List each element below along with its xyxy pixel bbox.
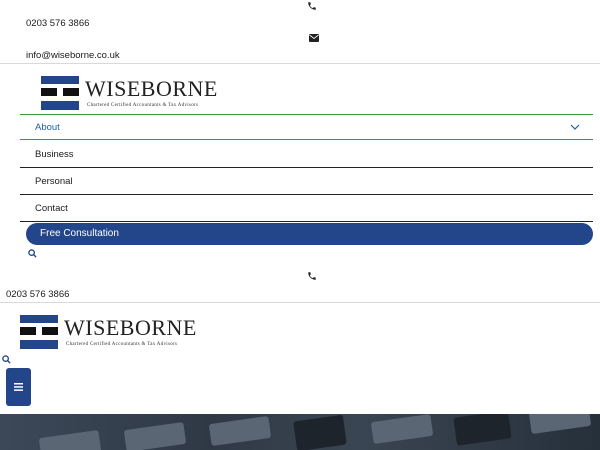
menu-item-label: Contact	[35, 203, 68, 214]
hero-key	[528, 414, 592, 435]
top-email[interactable]: info@wiseborne.co.uk	[26, 50, 120, 61]
hero-key	[38, 429, 102, 450]
logo-mark	[41, 76, 79, 110]
search-icon[interactable]	[2, 355, 11, 364]
logo-tagline: Chartered Certified Accountants & Tax Ad…	[66, 342, 178, 347]
menu-item-label: About	[35, 122, 60, 133]
logo-wordmark: WISEBORNE	[64, 315, 197, 340]
hero-image	[0, 414, 600, 450]
divider	[0, 302, 600, 303]
top-phone-number[interactable]: 0203 576 3866	[26, 18, 89, 29]
chevron-down-icon[interactable]	[570, 124, 580, 131]
site-logo[interactable]: WISEBORNE Chartered Certified Accountant…	[20, 315, 220, 351]
menu-item-about[interactable]: About	[20, 114, 593, 140]
site-logo[interactable]: WISEBORNE Chartered Certified Accountant…	[41, 76, 241, 112]
envelope-icon	[309, 34, 319, 42]
logo-tagline: Chartered Certified Accountants & Tax Ad…	[87, 103, 199, 108]
logo-wordmark: WISEBORNE	[85, 76, 218, 101]
hero-key	[208, 415, 272, 447]
menu-item-contact[interactable]: Contact	[20, 196, 593, 222]
phone-icon	[308, 272, 316, 280]
hamburger-icon	[14, 383, 23, 391]
menu-item-label: Business	[35, 149, 74, 160]
sticky-phone-number[interactable]: 0203 576 3866	[6, 289, 69, 300]
menu-toggle-button[interactable]	[6, 368, 31, 406]
phone-icon	[308, 2, 316, 10]
search-icon[interactable]	[28, 249, 37, 258]
logo-mark	[20, 315, 58, 349]
hero-key	[293, 414, 347, 450]
divider	[0, 63, 600, 64]
free-consultation-button[interactable]: Free Consultation	[26, 223, 593, 245]
hero-key	[453, 414, 512, 446]
menu-item-label: Personal	[35, 176, 73, 187]
hero-key	[123, 421, 187, 450]
menu-item-personal[interactable]: Personal	[20, 169, 593, 195]
menu-item-business[interactable]: Business	[20, 142, 593, 168]
hero-key	[370, 414, 434, 445]
